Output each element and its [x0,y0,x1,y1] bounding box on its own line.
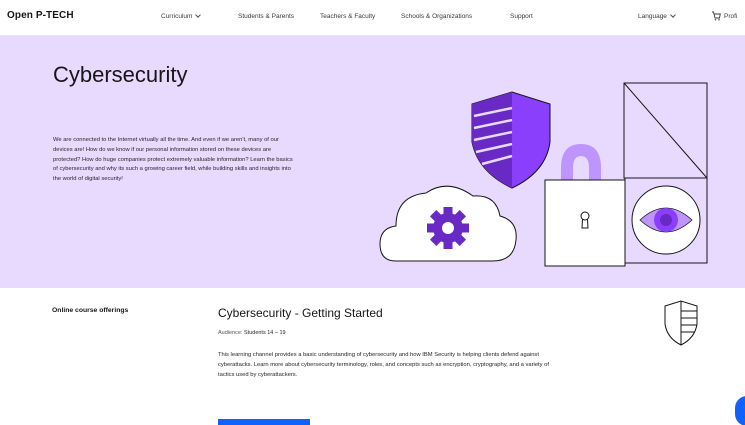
nav-support[interactable]: Support [510,13,533,20]
nav-curriculum[interactable]: Curriculum [161,12,202,20]
audience-value: Students 14 – 19 [244,330,286,336]
course-audience: Audience: Students 14 – 19 [218,330,286,336]
shield-icon [471,91,551,189]
diagonal-square-icon [623,82,708,179]
chevron-down-icon [195,12,202,18]
padlock-icon [561,144,601,180]
audience-label: Audience: [218,330,243,336]
hero-description: We are connected to the Internet virtual… [53,137,293,183]
language-label: Language [638,13,667,20]
nav-teachers-faculty[interactable]: Teachers & Faculty [320,13,375,20]
chat-help-button[interactable] [735,396,745,425]
chevron-down-icon [670,12,676,18]
hero-banner: Cybersecurity We are connected to the In… [0,36,745,288]
site-logo[interactable]: Open P-TECH [7,10,74,21]
gear-icon [379,185,517,262]
cybersecurity-illustration [379,82,708,267]
keyhole-icon [544,179,626,267]
course-description: This learning channel provides a basic u… [218,352,550,378]
course-title[interactable]: Cybersecurity - Getting Started [218,306,383,320]
nav-students-parents[interactable]: Students & Parents [238,13,294,20]
top-navigation: Open P-TECH Curriculum Students & Parent… [0,0,745,36]
profile-link[interactable]: Profi [724,13,737,20]
course-start-button[interactable] [218,419,310,425]
page-title: Cybersecurity [53,62,188,87]
nav-schools-organizations[interactable]: Schools & Organizations [401,13,472,20]
eye-icon [624,177,708,264]
shield-icon [664,300,698,346]
nav-curriculum-label: Curriculum [161,13,193,20]
language-selector[interactable]: Language [638,12,676,20]
cart-icon[interactable] [711,11,721,21]
section-label: Online course offerings [52,307,129,314]
